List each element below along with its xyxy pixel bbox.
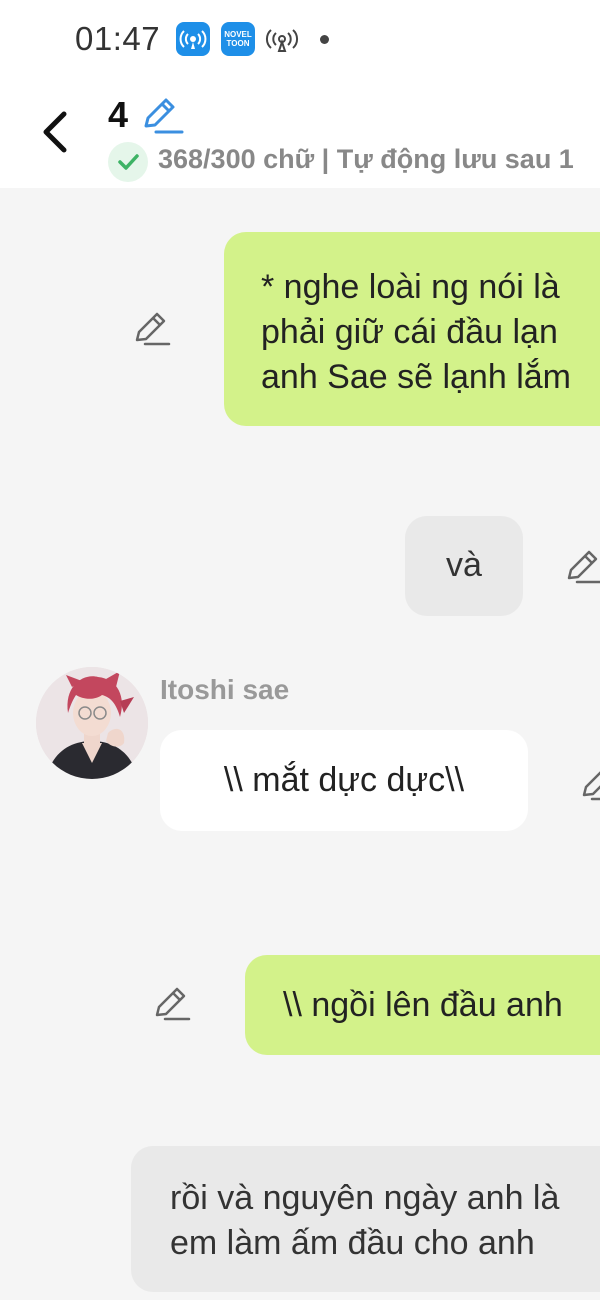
message-line: và bbox=[446, 546, 482, 584]
message-line: * nghe loài ng nói là bbox=[261, 268, 560, 306]
noveltoon-badge-text: NOVEL TOON bbox=[224, 30, 252, 48]
message-line: \\ ngồi lên đầu anh bbox=[283, 986, 563, 1024]
edit-message-button[interactable] bbox=[565, 548, 600, 588]
character-message[interactable]: \\ mắt dực dực\\ bbox=[160, 730, 528, 831]
pencil-icon bbox=[135, 312, 171, 346]
hotspot-signal-icon bbox=[265, 24, 299, 58]
status-time: 01:47 bbox=[75, 20, 161, 57]
saved-check-icon bbox=[108, 142, 148, 182]
pencil-icon bbox=[144, 98, 184, 134]
chevron-left-icon bbox=[43, 111, 67, 153]
pencil-icon bbox=[155, 987, 191, 1021]
edit-message-button[interactable] bbox=[133, 310, 173, 350]
back-button[interactable] bbox=[36, 108, 76, 156]
message-line: em làm ấm đầu cho anh bbox=[170, 1224, 535, 1262]
pencil-icon bbox=[567, 550, 600, 584]
gray-message[interactable]: rồi và nguyên ngày anh là em làm ấm đầu … bbox=[131, 1146, 600, 1292]
noveltoon-notification-icon: NOVEL TOON bbox=[221, 22, 255, 56]
message-line: anh Sae sẽ lạnh lắm bbox=[261, 358, 571, 396]
autosave-status: 368/300 chữ | Tự động lưu sau 1 bbox=[158, 144, 574, 174]
gray-message[interactable]: và bbox=[405, 516, 523, 616]
more-notifications-dot bbox=[320, 35, 329, 44]
pencil-icon bbox=[582, 771, 600, 801]
message-line: \\ mắt dực dực\\ bbox=[223, 761, 465, 799]
hotspot-notification-icon bbox=[176, 22, 210, 56]
character-avatar[interactable] bbox=[36, 667, 148, 779]
character-name: Itoshi sae bbox=[160, 674, 290, 705]
edit-chapter-title-button[interactable] bbox=[140, 96, 184, 136]
narration-message[interactable]: * nghe loài ng nói là phải giữ cái đầu l… bbox=[224, 232, 600, 426]
character-portrait-image bbox=[36, 667, 148, 779]
edit-message-button[interactable] bbox=[153, 985, 193, 1025]
chapter-number: 4 bbox=[108, 94, 129, 135]
message-line: phải giữ cái đầu lạn bbox=[261, 313, 558, 351]
message-line: rồi và nguyên ngày anh là bbox=[170, 1179, 560, 1217]
narration-message[interactable]: \\ ngồi lên đầu anh bbox=[245, 955, 600, 1055]
edit-message-button[interactable] bbox=[580, 765, 600, 805]
